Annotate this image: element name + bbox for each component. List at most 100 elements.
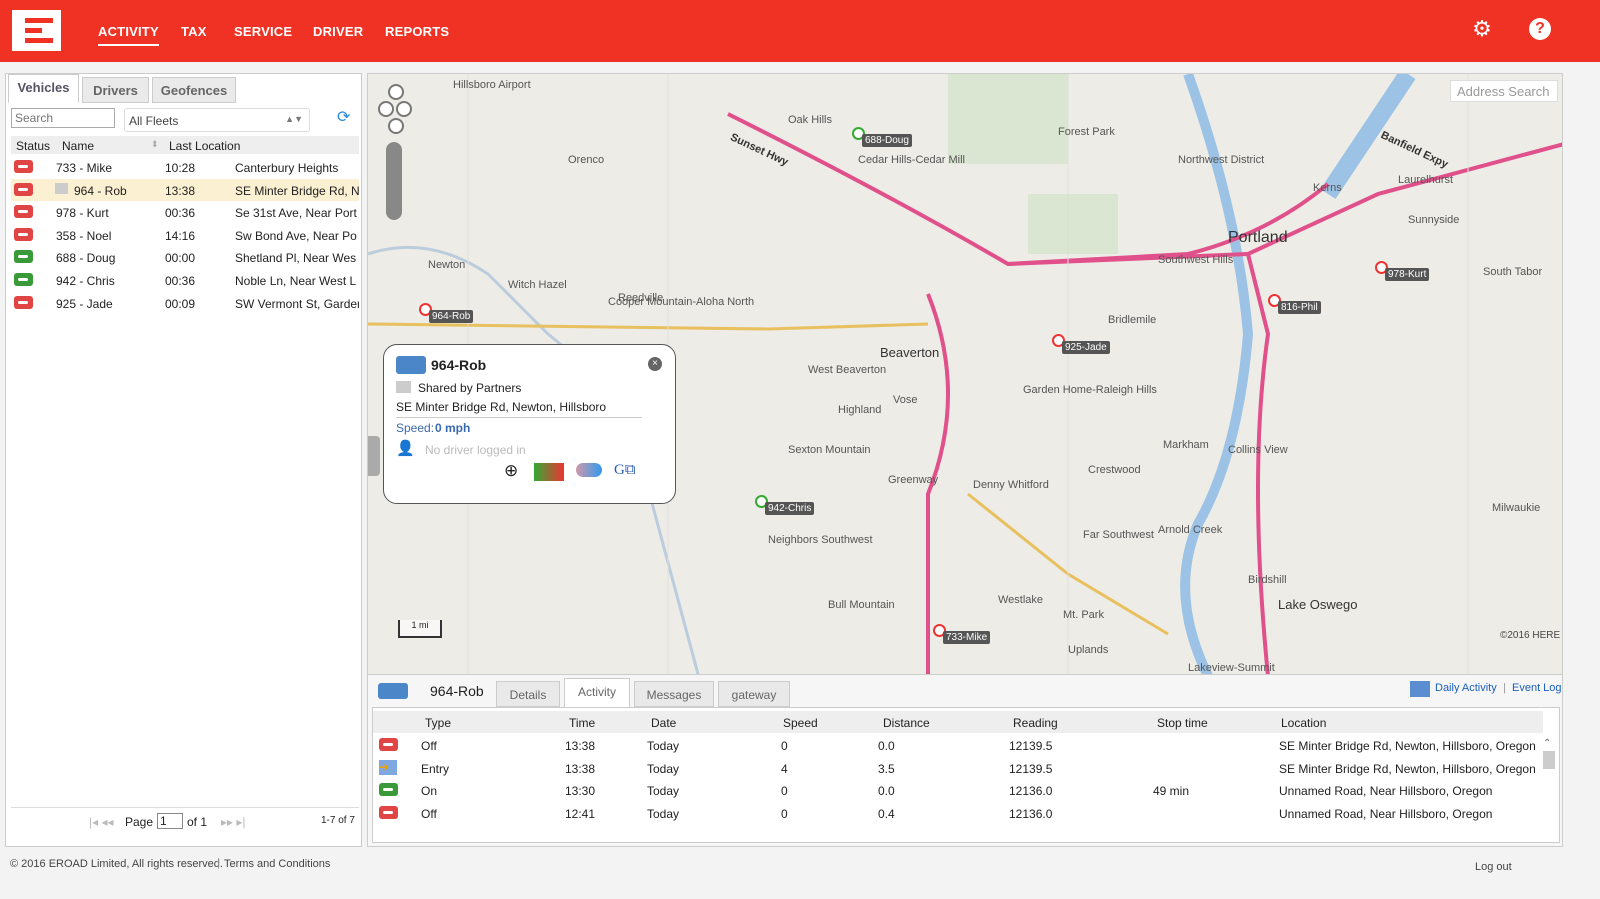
col-speed[interactable]: Speed: [783, 716, 818, 730]
record-count: 1-7 of 7: [321, 815, 355, 826]
pager: |◂ ◂◂ Page 1 of 1 ▸▸ ▸| 1-7 of 7: [11, 807, 359, 837]
close-icon[interactable]: ×: [648, 357, 662, 371]
page-label: Page: [125, 815, 154, 829]
activity-panel: 964-Rob Details Activity Messages gatewa…: [367, 675, 1563, 847]
vehicle-panel: Vehicles Drivers Geofences All Fleets▲▼ …: [5, 73, 362, 847]
tab-messages[interactable]: Messages: [634, 681, 714, 707]
vehicle-name: 358 - Noel: [56, 228, 112, 243]
driver-icon: 👤: [396, 440, 415, 457]
vehicle-row[interactable]: 733 - Mike 10:28 Canterbury Heights: [11, 156, 359, 178]
vehicle-name: 942 - Chris: [56, 274, 115, 288]
refresh-icon[interactable]: ⟳: [337, 107, 350, 127]
cell-location: Unnamed Road, Near Hillsboro, Oregon: [1279, 784, 1493, 799]
vehicle-name: 925 - Jade: [56, 296, 113, 311]
nav-reports[interactable]: REPORTS: [385, 24, 449, 39]
col-location[interactable]: Location: [1281, 716, 1326, 730]
tab-geofences[interactable]: Geofences: [152, 77, 236, 103]
vehicle-location: Se 31st Ave, Near Port: [235, 206, 357, 221]
vehicle-table-header: Status Name ⬍ Last Location: [11, 136, 359, 154]
map-label: Neighbors Southwest: [768, 534, 873, 546]
daily-activity-link[interactable]: Daily Activity: [1435, 682, 1497, 694]
page-input[interactable]: 1: [157, 813, 183, 829]
marker-label: 978-Kurt: [1385, 268, 1430, 281]
nav-service[interactable]: SERVICE: [234, 24, 292, 39]
col-time[interactable]: Time: [569, 716, 595, 730]
vehicle-row[interactable]: 358 - Noel 14:16 Sw Bond Ave, Near Po: [11, 224, 359, 246]
trip-replay-icon[interactable]: [534, 463, 564, 481]
nav-driver[interactable]: DRIVER: [313, 24, 363, 39]
ignition-off-icon: [379, 805, 398, 819]
col-distance[interactable]: Distance: [883, 716, 930, 730]
col-status[interactable]: Status: [16, 139, 50, 153]
map-label: Arnold Creek: [1158, 524, 1223, 536]
popup-address: SE Minter Bridge Rd, Newton, Hillsboro: [396, 400, 607, 414]
vehicle-search-input[interactable]: [11, 108, 115, 128]
message-icon[interactable]: [576, 463, 602, 477]
selected-vehicle-name: 964-Rob: [430, 683, 484, 699]
map-label: Bridlemile: [1108, 314, 1157, 326]
fleet-select-value: All Fleets: [129, 114, 179, 128]
tab-activity[interactable]: Activity: [564, 678, 630, 708]
vehicle-row[interactable]: 942 - Chris 00:36 Noble Ln, Near West L: [11, 269, 359, 291]
map-label: Oak Hills: [788, 114, 833, 126]
vehicle-row[interactable]: 964 - Rob 13:38 SE Minter Bridge Rd, Ne: [11, 178, 359, 201]
google-maps-icon[interactable]: G⧉: [614, 461, 636, 479]
activity-row[interactable]: Off 13:38 Today 0 0.0 12139.5 SE Minter Bridge…: [373, 734, 1543, 756]
next-page-icon[interactable]: ▸▸ ▸|: [221, 815, 246, 829]
ignition-off-icon: [14, 182, 33, 196]
cell-distance: 0.0: [878, 784, 895, 799]
cell-reading: 12139.5: [1009, 761, 1053, 776]
col-date[interactable]: Date: [651, 716, 676, 730]
vehicle-location: Shetland Pl, Near Wes: [235, 251, 357, 266]
activity-row[interactable]: ➔ Entry 13:38 Today 4 3.5 12139.5 SE Minter Bri…: [373, 757, 1543, 779]
tab-details[interactable]: Details: [496, 681, 560, 707]
vehicle-time: 14:16: [165, 228, 196, 243]
collapse-panel-handle[interactable]: [368, 436, 380, 476]
nav-activity[interactable]: ACTIVITY: [98, 24, 159, 46]
cell-speed: 0: [781, 784, 788, 799]
map-label: Crestwood: [1088, 464, 1141, 476]
tab-vehicles[interactable]: Vehicles: [8, 74, 79, 103]
vehicle-row[interactable]: 925 - Jade 00:09 SW Vermont St, Garden: [11, 292, 359, 314]
activity-row[interactable]: Off 12:41 Today 0 0.4 12136.0 Unnamed Road, Ne…: [373, 802, 1543, 824]
address-search-input[interactable]: Address Search: [1450, 80, 1558, 102]
cell-location: SE Minter Bridge Rd, Newton, Hillsboro, …: [1279, 739, 1536, 753]
col-type[interactable]: Type: [425, 716, 451, 730]
help-icon[interactable]: ?: [1529, 18, 1551, 40]
map-label: Beaverton: [880, 345, 940, 360]
marker-label: 925-Jade: [1062, 341, 1110, 354]
eroad-logo[interactable]: [12, 10, 61, 51]
footer: © 2016 EROAD Limited, All rights reserve…: [0, 848, 1600, 899]
col-name[interactable]: Name: [62, 139, 94, 153]
ignition-off-icon: [379, 738, 398, 751]
tab-drivers[interactable]: Drivers: [82, 77, 149, 103]
col-stop-time[interactable]: Stop time: [1157, 716, 1208, 730]
map-label: Southwest Hills: [1158, 254, 1234, 266]
top-nav-bar: ACTIVITY TAX SERVICE DRIVER REPORTS ⚙ ?: [0, 0, 1600, 62]
marker-label: 733-Mike: [943, 631, 991, 644]
vehicle-location: SW Vermont St, Garden: [235, 296, 359, 311]
scrollbar[interactable]: ⌃: [1543, 738, 1555, 834]
fleet-select[interactable]: All Fleets ▲▼: [124, 108, 310, 132]
zoom-slider[interactable]: [386, 142, 402, 220]
map[interactable]: Portland Beaverton Lake Oswego Forest Park S…: [367, 73, 1563, 675]
first-page-icon[interactable]: |◂ ◂◂: [89, 815, 114, 829]
map-label: Far Southwest: [1083, 529, 1154, 541]
gear-icon[interactable]: ⚙: [1471, 18, 1493, 40]
logout-link[interactable]: Log out: [1475, 861, 1512, 873]
activity-row[interactable]: On 13:30 Today 0 0.0 12136.0 49 min Unnamed Roa…: [373, 779, 1543, 801]
sort-icon[interactable]: ⬍: [151, 139, 159, 150]
col-last-location[interactable]: Last Location: [169, 139, 240, 153]
vehicle-row[interactable]: 688 - Doug 00:00 Shetland Pl, Near Wes: [11, 246, 359, 268]
event-log-link[interactable]: Event Log: [1512, 682, 1562, 694]
map-label: South Tabor: [1483, 266, 1543, 278]
vehicle-time: 00:00: [165, 251, 196, 266]
cell-time: 12:41: [565, 806, 596, 821]
cell-time: 13:30: [565, 784, 596, 799]
zoom-in-icon[interactable]: ⊕: [504, 461, 518, 481]
terms-link[interactable]: Terms and Conditions: [224, 858, 330, 870]
vehicle-row[interactable]: 978 - Kurt 00:36 Se 31st Ave, Near Port: [11, 201, 359, 223]
col-reading[interactable]: Reading: [1013, 716, 1058, 730]
nav-tax[interactable]: TAX: [181, 24, 207, 39]
tab-gateway[interactable]: gateway: [718, 681, 790, 707]
